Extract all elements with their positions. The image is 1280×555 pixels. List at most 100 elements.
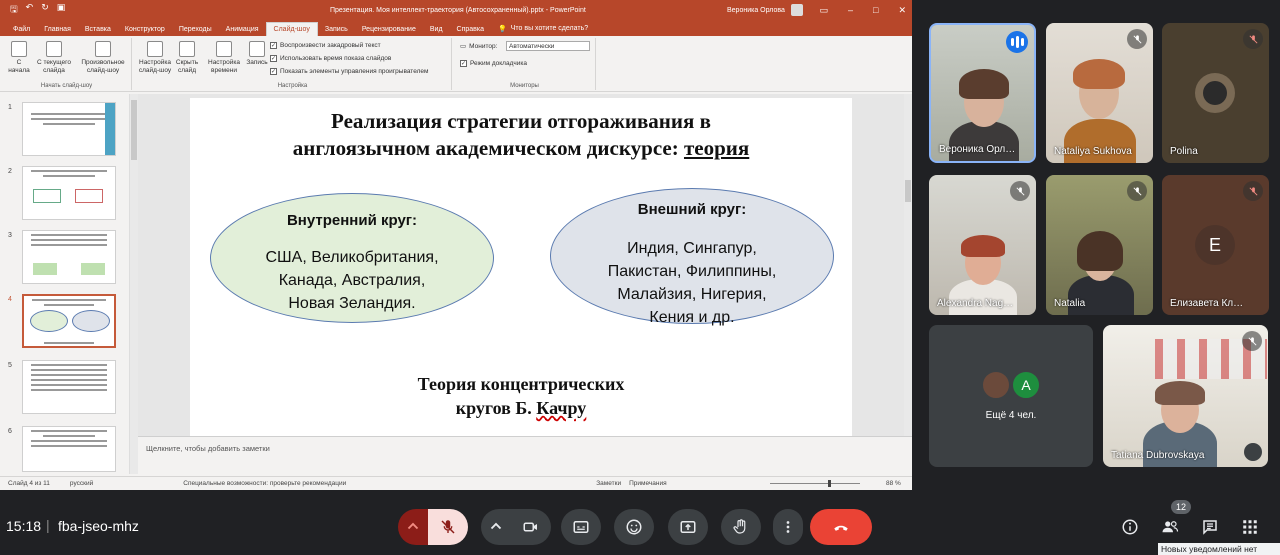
narration-checkbox[interactable]: ✓ Воспроизвести закадровый текст	[270, 42, 381, 49]
presenter-view-checkbox[interactable]: ✓ Режим докладчика	[460, 60, 527, 67]
rehearse-timings-button[interactable]: Настройка времени	[204, 41, 244, 75]
tab-review[interactable]: Рецензирование	[355, 23, 423, 36]
camera-toggle-button[interactable]	[511, 509, 551, 545]
custom-show-button[interactable]: Произвольное слайд-шоу	[76, 41, 130, 75]
more-vert-icon	[786, 521, 790, 533]
thumbnail-ellipse	[72, 310, 110, 332]
scrollbar-thumb[interactable]	[905, 180, 911, 202]
thumbnails-scrollbar[interactable]	[130, 94, 138, 474]
record-button[interactable]: Запись	[244, 41, 270, 67]
caption-line-1: Теория концентрических	[417, 374, 625, 394]
pin-icon[interactable]	[1244, 443, 1262, 461]
checkbox-icon: ✓	[270, 42, 277, 49]
meeting-code: fba-jseo-mhz	[58, 518, 139, 534]
inner-circle-ellipse: Внутренний круг: США, Великобритания, Ка…	[210, 193, 494, 323]
tab-view[interactable]: Вид	[423, 23, 450, 36]
slide-thumbnail-3[interactable]	[22, 230, 116, 284]
end-call-button[interactable]	[810, 509, 872, 545]
custom-show-label: Произвольное слайд-шоу	[81, 59, 125, 74]
maximize-icon[interactable]: □	[873, 5, 878, 16]
slide-thumbnail-1[interactable]	[22, 102, 116, 156]
monitor-icon: ▭	[460, 43, 467, 50]
slide-thumbnail-6[interactable]	[22, 426, 116, 472]
comments-toggle[interactable]: Примечания	[629, 480, 667, 487]
tab-animations[interactable]: Анимация	[219, 23, 266, 36]
caption-misspelled-word: Качру	[536, 398, 587, 418]
avatar-photo	[1203, 81, 1227, 105]
thumbnail-box	[81, 263, 105, 275]
start-presentation-icon[interactable]: ▣	[57, 2, 66, 18]
meeting-details-button[interactable]	[1118, 515, 1142, 539]
tab-transitions[interactable]: Переходы	[172, 23, 219, 36]
captions-button[interactable]	[561, 509, 601, 545]
participant-tile[interactable]: E Елизавета Кл…	[1162, 175, 1269, 315]
participant-tile[interactable]: Alexandra Nag…	[929, 175, 1036, 315]
minimize-icon[interactable]: –	[848, 5, 853, 16]
ribbon-tabs: Файл Главная Вставка Конструктор Переход…	[0, 20, 912, 36]
participant-tile[interactable]: Tatiana Dubrovskaya	[1103, 325, 1268, 467]
close-icon[interactable]: ✕	[898, 5, 906, 16]
account-area[interactable]: Вероника Орлова	[727, 4, 803, 16]
tell-me-search[interactable]: 💡 Что вы хотите сделать?	[491, 22, 595, 36]
from-current-button[interactable]: С текущего слайда	[32, 41, 76, 75]
tab-record[interactable]: Запись	[318, 23, 355, 36]
hide-slide-button[interactable]: Скрыть слайд	[172, 41, 202, 75]
media-controls-checkbox[interactable]: ✓ Показать элементы управления проигрыва…	[270, 68, 428, 75]
video-options-button[interactable]	[481, 509, 511, 545]
speaking-indicator-icon	[1006, 31, 1028, 53]
thumbnail-text	[31, 440, 107, 442]
notes-pane[interactable]: Щелкните, чтобы добавить заметки	[138, 436, 912, 474]
ribbon-display-icon[interactable]: ▭	[819, 5, 828, 16]
speaking-bar	[1020, 38, 1024, 46]
monitor-select[interactable]: Автоматически	[506, 41, 590, 51]
thumbnail-text	[43, 435, 95, 437]
from-start-button[interactable]: С начала	[6, 41, 32, 75]
redo-icon[interactable]: ↻	[41, 2, 49, 18]
microphone-toggle-button[interactable]	[428, 509, 468, 545]
current-slide[interactable]: Реализация стратегии отгораживания в анг…	[190, 98, 852, 436]
outer-circle-ellipse: Внешний круг: Индия, Сингапур, Пакистан,…	[550, 188, 834, 326]
undo-icon[interactable]: ↶	[26, 2, 34, 18]
slide-scrollbar[interactable]	[904, 94, 912, 436]
thumbnail-text	[31, 369, 107, 371]
timings-checkbox[interactable]: ✓ Использовать время показа слайдов	[270, 55, 391, 62]
avatar[interactable]	[790, 4, 803, 16]
tab-file[interactable]: Файл	[6, 23, 37, 36]
participant-tile[interactable]: Natalia	[1046, 175, 1153, 315]
ribbon-group-monitors: ▭ Монитор: Автоматически ✓ Режим докладч…	[454, 38, 596, 90]
zoom-slider[interactable]	[770, 483, 860, 484]
language-indicator[interactable]: русский	[70, 480, 93, 487]
save-icon[interactable]: 🖫	[10, 2, 18, 18]
participant-tile[interactable]: Polina	[1162, 23, 1269, 163]
present-screen-button[interactable]	[668, 509, 708, 545]
notes-toggle[interactable]: Заметки	[596, 480, 621, 487]
more-options-button[interactable]	[773, 509, 803, 545]
inner-circle-line: Новая Зеландия.	[288, 295, 416, 312]
thumbnail-text	[44, 342, 94, 344]
activities-button[interactable]	[1238, 515, 1262, 539]
scrollbar-thumb[interactable]	[131, 100, 137, 160]
participant-tile[interactable]: Nataliya Sukhova	[1046, 23, 1153, 163]
tab-slideshow[interactable]: Слайд-шоу	[265, 22, 318, 36]
raise-hand-button[interactable]	[721, 509, 761, 545]
more-participants-tile[interactable]: A Ещё 4 чел.	[929, 325, 1093, 467]
thumbnail-text	[31, 374, 107, 376]
zoom-slider-thumb[interactable]	[828, 480, 831, 487]
slide-thumbnail-2[interactable]	[22, 166, 116, 220]
tab-help[interactable]: Справка	[450, 23, 491, 36]
group-label-start: Начать слайд-шоу	[40, 83, 93, 89]
tab-home[interactable]: Главная	[37, 23, 78, 36]
mic-off-icon	[1242, 331, 1262, 351]
slide-thumbnail-4[interactable]	[22, 294, 116, 348]
participant-tile-speaker[interactable]: Вероника Орл…	[929, 23, 1036, 163]
people-button[interactable]	[1158, 515, 1182, 539]
tab-design[interactable]: Конструктор	[118, 23, 172, 36]
audio-options-button[interactable]	[398, 509, 428, 545]
slide-thumbnail-5[interactable]	[22, 360, 116, 414]
tab-insert[interactable]: Вставка	[78, 23, 118, 36]
zoom-level[interactable]: 88 %	[886, 480, 901, 487]
chat-button[interactable]	[1198, 515, 1222, 539]
setup-show-button[interactable]: Настройка слайд-шоу	[136, 41, 174, 75]
reactions-button[interactable]	[614, 509, 654, 545]
accessibility-checker[interactable]: Специальные возможности: проверьте реком…	[183, 480, 346, 487]
